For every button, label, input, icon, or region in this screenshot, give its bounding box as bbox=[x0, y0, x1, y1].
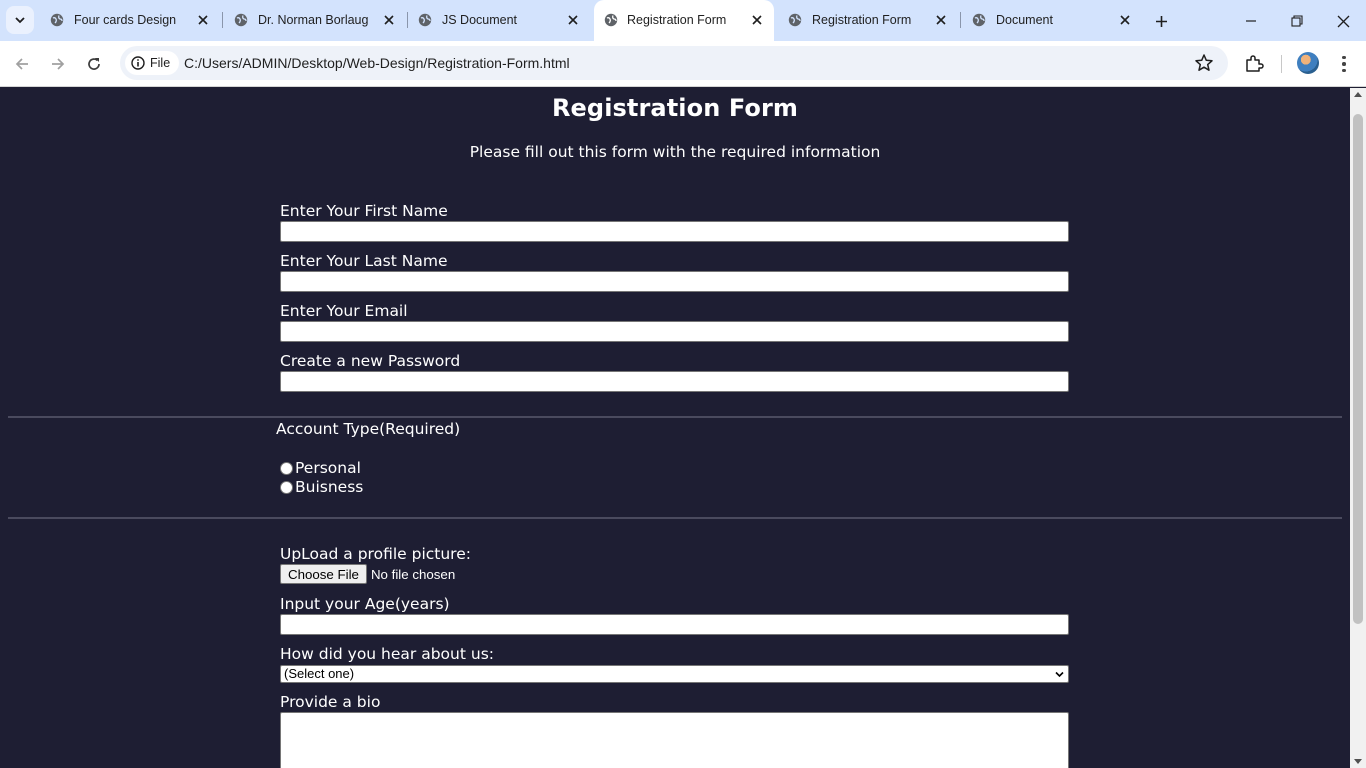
globe-icon bbox=[972, 13, 986, 27]
scroll-up-arrow-icon[interactable] bbox=[1354, 92, 1362, 97]
restore-button[interactable] bbox=[1286, 10, 1308, 32]
close-icon[interactable] bbox=[934, 13, 948, 27]
file-status-text: No file chosen bbox=[370, 566, 456, 582]
tab-norman-borlaug[interactable]: Dr. Norman Borlaug bbox=[222, 0, 408, 40]
profile-avatar[interactable] bbox=[1297, 52, 1319, 74]
address-bar[interactable]: File C:/Users/ADMIN/Desktop/Web-Design/R… bbox=[120, 46, 1228, 80]
tab-title: Four cards Design bbox=[74, 13, 177, 27]
password-input[interactable] bbox=[280, 371, 1069, 392]
close-icon[interactable] bbox=[1118, 13, 1132, 27]
page-title: Registration Form bbox=[551, 94, 799, 122]
tab-title: Registration Form bbox=[627, 13, 727, 27]
referrer-label: How did you hear about us: bbox=[280, 645, 494, 663]
page-scrollbar[interactable] bbox=[1350, 88, 1366, 768]
bookmark-star-icon[interactable] bbox=[1194, 53, 1214, 73]
first-name-input[interactable] bbox=[280, 221, 1069, 242]
scroll-down-arrow-icon[interactable] bbox=[1354, 759, 1362, 764]
scrollbar-thumb[interactable] bbox=[1353, 114, 1363, 624]
account-type-option[interactable]: Personal bbox=[280, 459, 361, 477]
file-upload-control[interactable]: Choose File No file chosen bbox=[280, 564, 455, 584]
tab-title: Document bbox=[996, 13, 1053, 27]
minimize-icon bbox=[1246, 20, 1256, 22]
tab-title: Registration Form bbox=[812, 13, 912, 27]
globe-icon bbox=[418, 13, 432, 27]
toolbar-separator bbox=[1281, 55, 1282, 73]
email-label: Enter Your Email bbox=[280, 302, 408, 320]
close-icon[interactable] bbox=[196, 13, 210, 27]
arrow-left-icon bbox=[15, 58, 28, 70]
tab-four-cards[interactable]: Four cards Design bbox=[38, 0, 218, 40]
back-button[interactable] bbox=[10, 52, 34, 76]
globe-icon bbox=[604, 13, 618, 27]
menu-dot bbox=[1342, 68, 1346, 73]
browser-toolbar: File C:/Users/ADMIN/Desktop/Web-Design/R… bbox=[0, 41, 1366, 87]
extensions-puzzle-icon[interactable] bbox=[1243, 52, 1265, 74]
tab-document[interactable]: Document bbox=[960, 0, 1142, 40]
globe-icon bbox=[788, 13, 802, 27]
browser-menu-button[interactable] bbox=[1334, 52, 1354, 76]
site-info-chip[interactable]: File bbox=[125, 51, 180, 75]
tab-title: Dr. Norman Borlaug bbox=[258, 13, 369, 27]
last-name-input[interactable] bbox=[280, 271, 1069, 292]
minimize-button[interactable] bbox=[1240, 10, 1262, 32]
new-tab-button[interactable] bbox=[1150, 10, 1172, 32]
referrer-select[interactable]: (Select one) bbox=[280, 665, 1069, 683]
upload-label: UpLoad a profile picture: bbox=[280, 545, 471, 563]
forward-button[interactable] bbox=[46, 52, 70, 76]
first-name-label: Enter Your First Name bbox=[280, 202, 448, 220]
bio-textarea[interactable] bbox=[280, 712, 1069, 768]
globe-icon bbox=[234, 13, 248, 27]
url-text[interactable]: C:/Users/ADMIN/Desktop/Web-Design/Regist… bbox=[184, 55, 570, 71]
tab-bar: Four cards Design Dr. Norman Borlaug JS … bbox=[0, 0, 1366, 41]
tab-title: JS Document bbox=[442, 13, 518, 27]
menu-dot bbox=[1342, 62, 1346, 66]
page-subtitle: Please fill out this form with the requi… bbox=[469, 143, 881, 161]
password-label: Create a new Password bbox=[280, 352, 461, 370]
globe-icon bbox=[50, 13, 64, 27]
close-icon[interactable] bbox=[750, 13, 764, 27]
bio-label: Provide a bio bbox=[280, 693, 381, 711]
reload-icon bbox=[88, 58, 100, 70]
email-input[interactable] bbox=[280, 321, 1069, 342]
info-icon bbox=[131, 56, 145, 70]
radio-label-business: Buisness bbox=[295, 478, 364, 496]
menu-dot bbox=[1342, 55, 1346, 60]
restore-icon bbox=[1291, 15, 1303, 27]
page-viewport: Registration Form Please fill out this f… bbox=[0, 88, 1350, 768]
referrer-selected-value: (Select one) bbox=[284, 666, 355, 681]
section-divider bbox=[8, 416, 1342, 418]
tab-registration-form-active[interactable]: Registration Form bbox=[594, 0, 774, 41]
chip-label: File bbox=[150, 56, 171, 70]
section-divider bbox=[8, 517, 1342, 519]
age-label: Input your Age(years) bbox=[280, 595, 450, 613]
close-icon bbox=[1337, 15, 1349, 27]
account-type-option[interactable]: Buisness bbox=[280, 478, 363, 496]
plus-icon bbox=[1155, 15, 1167, 27]
chevron-down-icon bbox=[1055, 671, 1064, 678]
last-name-label: Enter Your Last Name bbox=[280, 252, 448, 270]
close-icon[interactable] bbox=[382, 13, 396, 27]
choose-file-button[interactable]: Choose File bbox=[280, 564, 367, 584]
account-type-legend: Account Type(Required) bbox=[276, 420, 461, 438]
chevron-down-icon bbox=[15, 17, 25, 24]
close-window-button[interactable] bbox=[1332, 10, 1354, 32]
tab-registration-form[interactable]: Registration Form bbox=[776, 0, 958, 40]
tab-js-document[interactable]: JS Document bbox=[406, 0, 594, 40]
reload-button[interactable] bbox=[82, 52, 106, 76]
radio-business[interactable] bbox=[280, 480, 293, 494]
arrow-right-icon bbox=[52, 58, 65, 70]
radio-label-personal: Personal bbox=[295, 459, 361, 477]
tab-search-button[interactable] bbox=[6, 6, 34, 34]
radio-personal[interactable] bbox=[280, 461, 293, 475]
age-input[interactable] bbox=[280, 614, 1069, 635]
close-icon[interactable] bbox=[566, 13, 580, 27]
